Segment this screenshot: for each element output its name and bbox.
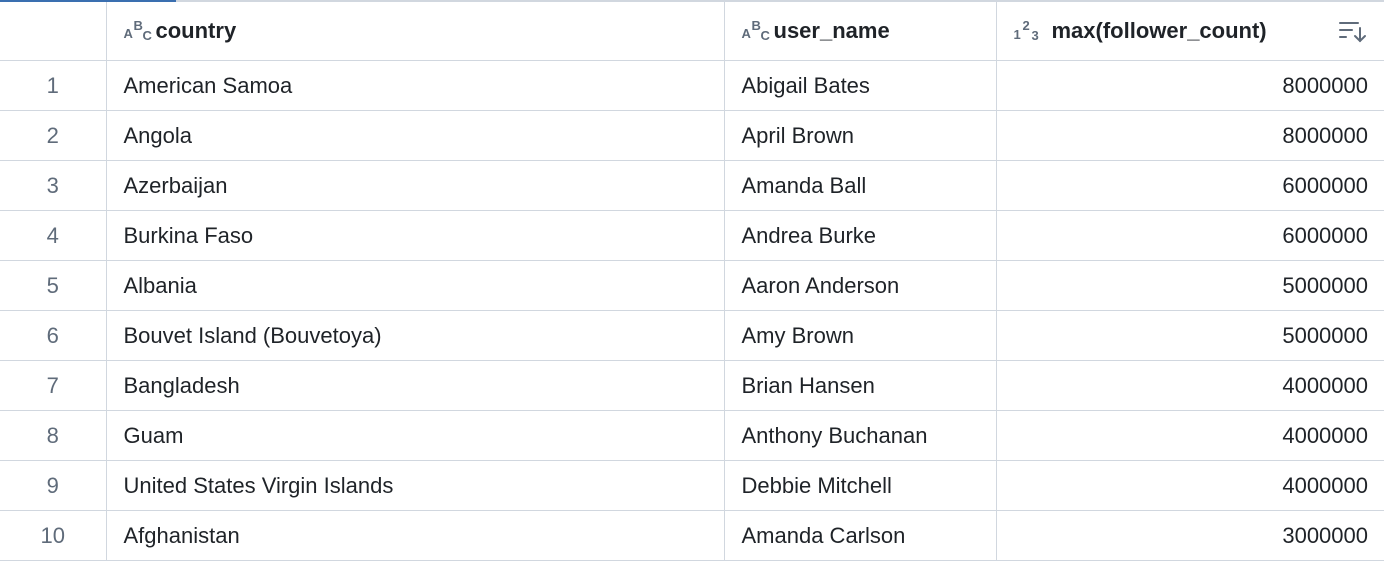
- table-row: 5 Albania Aaron Anderson 5000000: [0, 260, 1384, 311]
- column-header-country[interactable]: ABC country: [105, 2, 725, 61]
- cell-user-name[interactable]: Anthony Buchanan: [723, 410, 997, 461]
- table-row: 9 United States Virgin Islands Debbie Mitc…: [0, 460, 1384, 511]
- cell-user-name[interactable]: April Brown: [723, 110, 997, 161]
- cell-user-name[interactable]: Brian Hansen: [723, 360, 997, 411]
- cell-country[interactable]: Bangladesh: [105, 360, 725, 411]
- number-type-icon: 123: [1013, 18, 1039, 43]
- table-row: 3 Azerbaijan Amanda Ball 6000000: [0, 160, 1384, 211]
- cell-max-follower-count[interactable]: 3000000: [995, 510, 1384, 561]
- cell-max-follower-count[interactable]: 5000000: [995, 310, 1384, 361]
- cell-user-name[interactable]: Andrea Burke: [723, 210, 997, 261]
- index-header: [0, 2, 107, 61]
- cell-country[interactable]: Bouvet Island (Bouvetoya): [105, 310, 725, 361]
- cell-user-name[interactable]: Amanda Ball: [723, 160, 997, 211]
- cell-user-name[interactable]: Aaron Anderson: [723, 260, 997, 311]
- row-index[interactable]: 8: [0, 410, 107, 461]
- cell-country[interactable]: Afghanistan: [105, 510, 725, 561]
- row-index[interactable]: 9: [0, 460, 107, 511]
- cell-country[interactable]: American Samoa: [105, 60, 725, 111]
- row-index[interactable]: 7: [0, 360, 107, 411]
- cell-country[interactable]: Guam: [105, 410, 725, 461]
- cell-max-follower-count[interactable]: 6000000: [995, 160, 1384, 211]
- cell-country[interactable]: Azerbaijan: [105, 160, 725, 211]
- cell-max-follower-count[interactable]: 4000000: [995, 410, 1384, 461]
- string-type-icon: ABC: [123, 18, 152, 43]
- string-type-icon: ABC: [741, 18, 770, 43]
- header-row: ABC country ABC user_name 123 max(follow…: [0, 2, 1384, 61]
- table-row: 10 Afghanistan Amanda Carlson 3000000: [0, 510, 1384, 561]
- column-label: user_name: [773, 18, 890, 43]
- column-header-max-follower-count[interactable]: 123 max(follower_count): [995, 2, 1384, 61]
- table-row: 8 Guam Anthony Buchanan 4000000: [0, 410, 1384, 461]
- cell-user-name[interactable]: Abigail Bates: [723, 60, 997, 111]
- table-row: 2 Angola April Brown 8000000: [0, 110, 1384, 161]
- cell-max-follower-count[interactable]: 4000000: [995, 460, 1384, 511]
- cell-user-name[interactable]: Amanda Carlson: [723, 510, 997, 561]
- row-index[interactable]: 4: [0, 210, 107, 261]
- table-row: 6 Bouvet Island (Bouvetoya) Amy Brown 50000…: [0, 310, 1384, 361]
- column-label: max(follower_count): [1051, 18, 1267, 43]
- cell-max-follower-count[interactable]: 4000000: [995, 360, 1384, 411]
- cell-country[interactable]: United States Virgin Islands: [105, 460, 725, 511]
- cell-max-follower-count[interactable]: 8000000: [995, 60, 1384, 111]
- cell-max-follower-count[interactable]: 5000000: [995, 260, 1384, 311]
- row-index[interactable]: 3: [0, 160, 107, 211]
- row-index[interactable]: 5: [0, 260, 107, 311]
- table-row: 1 American Samoa Abigail Bates 8000000: [0, 60, 1384, 111]
- row-index[interactable]: 10: [0, 510, 107, 561]
- cell-max-follower-count[interactable]: 6000000: [995, 210, 1384, 261]
- cell-max-follower-count[interactable]: 8000000: [995, 110, 1384, 161]
- sort-descending-icon[interactable]: [1338, 18, 1368, 44]
- row-index[interactable]: 1: [0, 60, 107, 111]
- cell-country[interactable]: Angola: [105, 110, 725, 161]
- cell-user-name[interactable]: Debbie Mitchell: [723, 460, 997, 511]
- column-label: country: [155, 18, 237, 43]
- results-table: ABC country ABC user_name 123 max(follow…: [0, 2, 1384, 561]
- column-header-user-name[interactable]: ABC user_name: [723, 2, 997, 61]
- cell-user-name[interactable]: Amy Brown: [723, 310, 997, 361]
- table-row: 7 Bangladesh Brian Hansen 4000000: [0, 360, 1384, 411]
- cell-country[interactable]: Burkina Faso: [105, 210, 725, 261]
- row-index[interactable]: 6: [0, 310, 107, 361]
- row-index[interactable]: 2: [0, 110, 107, 161]
- cell-country[interactable]: Albania: [105, 260, 725, 311]
- table-row: 4 Burkina Faso Andrea Burke 6000000: [0, 210, 1384, 261]
